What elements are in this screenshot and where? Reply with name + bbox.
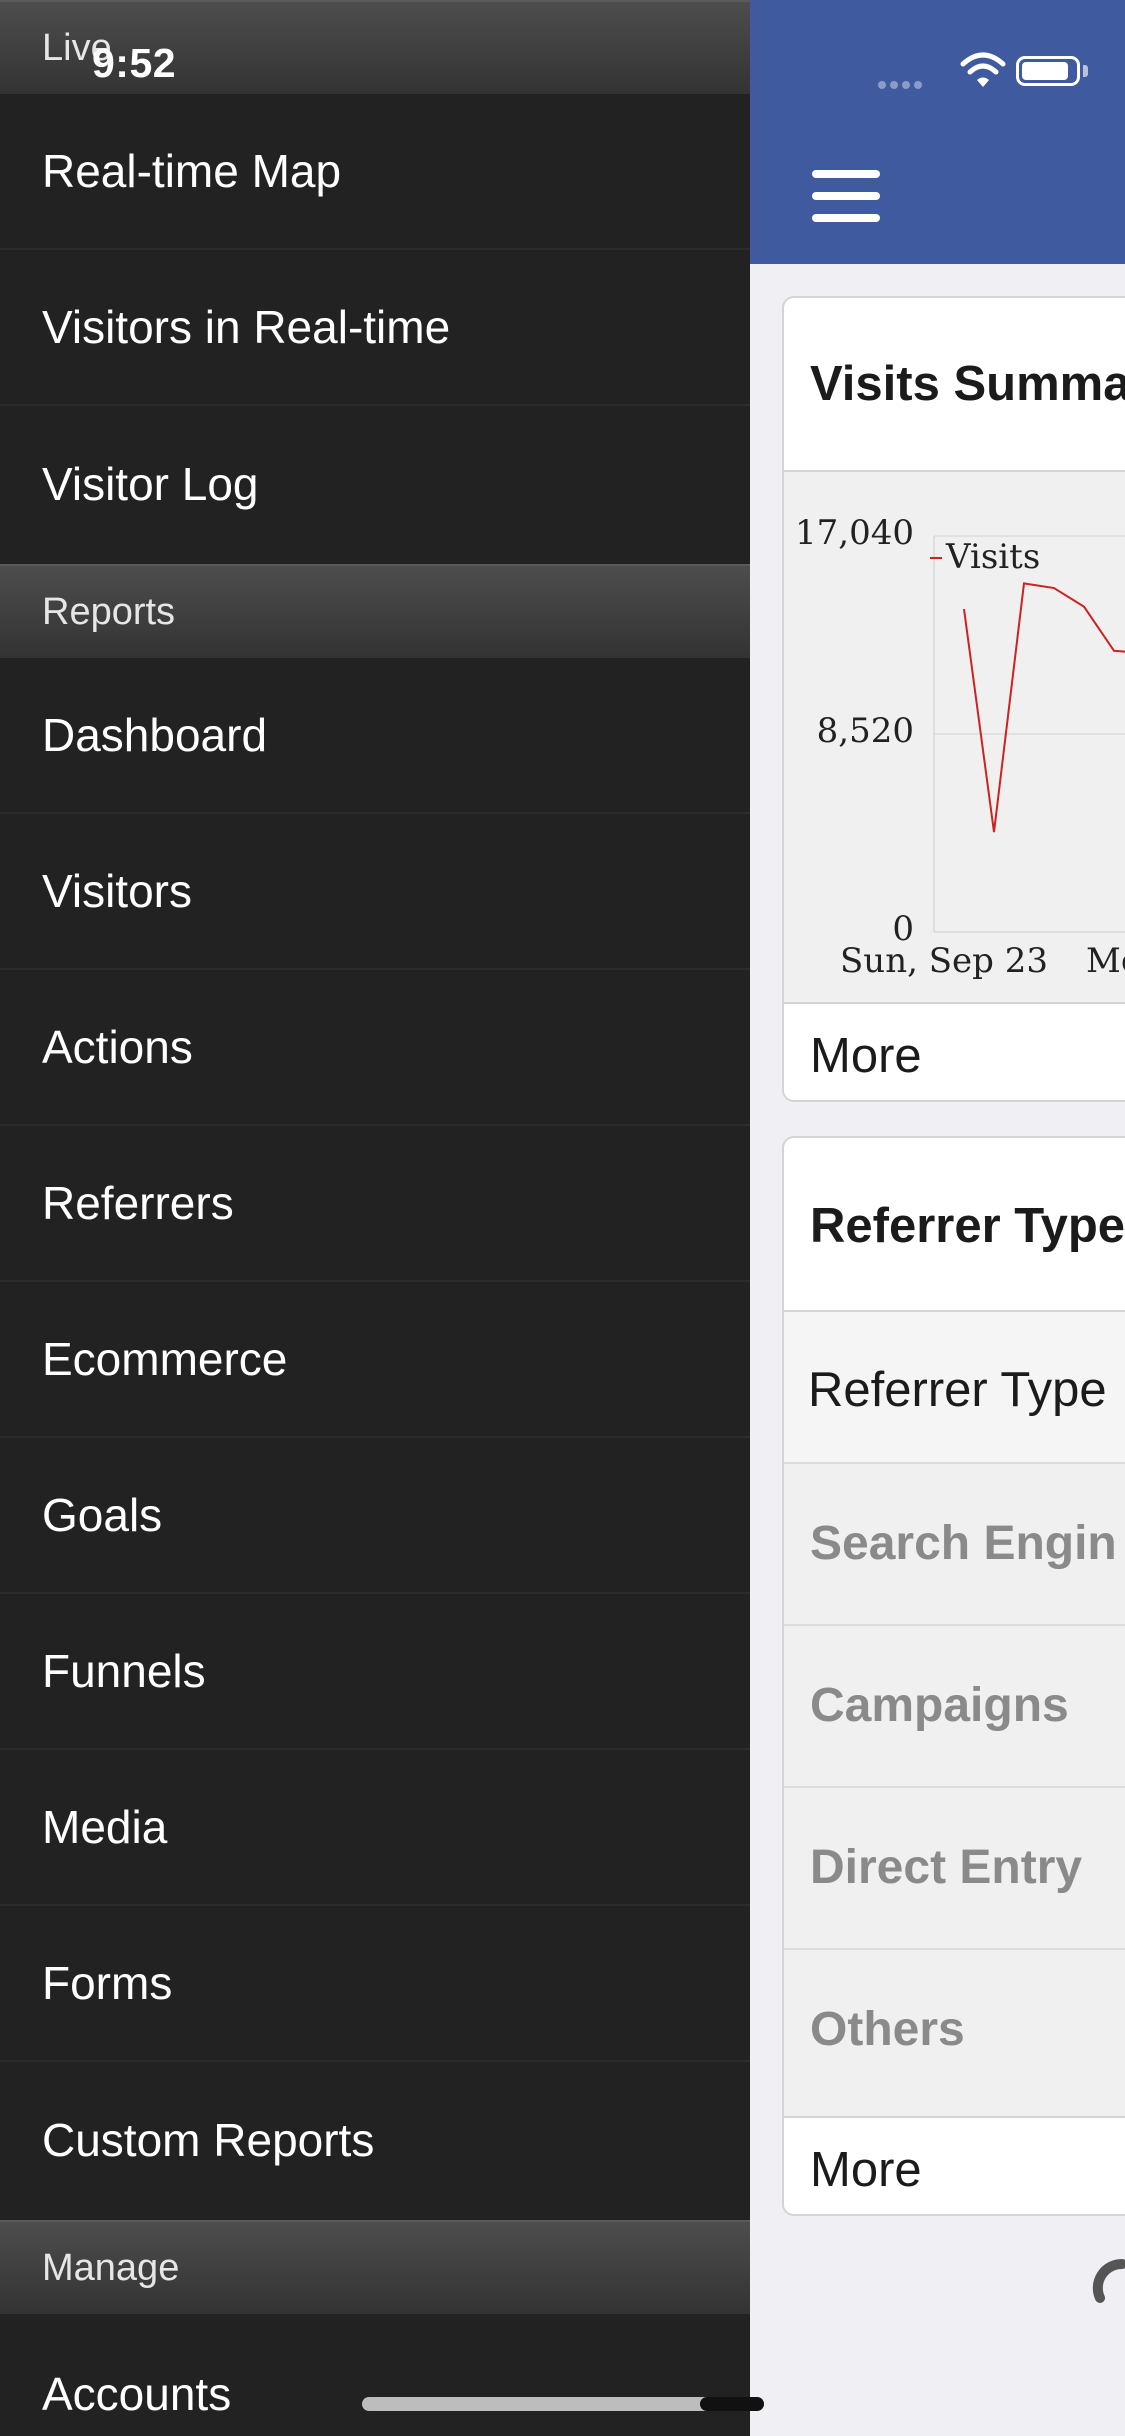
menu-item-label: Visitors in Real-time bbox=[42, 301, 451, 353]
menu-item-label: Accounts bbox=[42, 2368, 232, 2420]
visits-chart: 17,0408,5200VisitsSun, Sep 23Mo bbox=[784, 472, 1125, 1002]
visits-more-button[interactable]: More bbox=[784, 1004, 1125, 1100]
referrer-row-campaigns[interactable]: Campaigns bbox=[784, 1624, 1125, 1786]
menu-item-label: Referrers bbox=[42, 1177, 234, 1229]
menu-item-label: Real-time Map bbox=[42, 145, 342, 197]
cellular-signal-icon bbox=[878, 76, 926, 94]
more-label: More bbox=[810, 2143, 922, 2197]
visits-summary-card: Visits Summa 17,040 8,520 0 Visits Sun, Sep … bbox=[782, 296, 1125, 1102]
menu-item-funnels[interactable]: Funnels bbox=[0, 1594, 750, 1750]
menu-item-label: Visitor Log bbox=[42, 458, 259, 510]
y-tick-label: 17,040 bbox=[795, 513, 914, 553]
app-header bbox=[750, 0, 1125, 264]
wifi-icon bbox=[960, 52, 1006, 87]
section-header-manage: Manage bbox=[0, 2220, 750, 2314]
navigation-drawer: Live Real-time Map Visitors in Real-time… bbox=[0, 0, 750, 2436]
hamburger-menu-icon[interactable] bbox=[812, 170, 880, 222]
section-header-reports: Reports bbox=[0, 564, 750, 658]
section-header-label: Manage bbox=[42, 2247, 180, 2289]
more-label: More bbox=[810, 1029, 922, 1083]
status-icons bbox=[878, 50, 1118, 90]
menu-item-accounts[interactable]: Accounts bbox=[0, 2314, 750, 2436]
menu-item-forms[interactable]: Forms bbox=[0, 1906, 750, 2062]
visits-card-title: Visits Summa bbox=[810, 357, 1125, 411]
menu-item-label: Goals bbox=[42, 1489, 163, 1541]
menu-item-media[interactable]: Media bbox=[0, 1750, 750, 1906]
chart-legend-label: Visits bbox=[945, 537, 1040, 577]
referrer-table-header: Referrer Type bbox=[784, 1312, 1125, 1462]
chart-series-line bbox=[963, 582, 1125, 833]
menu-item-label: Visitors bbox=[42, 865, 192, 917]
referrer-row-label: Campaigns bbox=[810, 1679, 1069, 1732]
menu-item-visitor-log[interactable]: Visitor Log bbox=[0, 406, 750, 562]
menu-item-referrers[interactable]: Referrers bbox=[0, 1126, 750, 1282]
referrer-column-header: Referrer Type bbox=[808, 1363, 1107, 1417]
home-indicator-end bbox=[700, 2397, 764, 2411]
y-tick-label: 8,520 bbox=[817, 711, 914, 751]
menu-item-label: Actions bbox=[42, 1021, 193, 1073]
menu-item-actions[interactable]: Actions bbox=[0, 970, 750, 1126]
battery-icon bbox=[1016, 56, 1080, 86]
menu-item-label: Media bbox=[42, 1801, 168, 1853]
referrer-row-others[interactable]: Others bbox=[784, 1948, 1125, 2116]
referrer-row-label: Others bbox=[810, 2003, 965, 2056]
menu-item-dashboard[interactable]: Dashboard bbox=[0, 658, 750, 814]
referrer-row-direct-entry[interactable]: Direct Entry bbox=[784, 1786, 1125, 1948]
x-tick-label: Sun, Sep 23 bbox=[840, 941, 1048, 981]
battery-tip bbox=[1083, 65, 1088, 77]
loading-spinner-icon bbox=[1092, 2258, 1125, 2303]
referrer-row-label: Search Engin bbox=[810, 1517, 1117, 1570]
visits-line-chart: 17,0408,5200VisitsSun, Sep 23Mo bbox=[795, 513, 1125, 981]
referrer-row-label: Direct Entry bbox=[810, 1841, 1083, 1894]
menu-item-goals[interactable]: Goals bbox=[0, 1438, 750, 1594]
menu-item-real-time-map[interactable]: Real-time Map bbox=[0, 94, 750, 250]
referrer-card-title: Referrer Type bbox=[810, 1199, 1125, 1253]
referrer-type-card: Referrer Type Referrer Type Search Engin… bbox=[782, 1136, 1125, 2216]
menu-item-label: Ecommerce bbox=[42, 1333, 288, 1385]
menu-item-ecommerce[interactable]: Ecommerce bbox=[0, 1282, 750, 1438]
status-bar-time: 9:52 bbox=[92, 40, 177, 86]
menu-item-label: Funnels bbox=[42, 1645, 206, 1697]
menu-item-label: Custom Reports bbox=[42, 2114, 375, 2166]
referrer-more-button[interactable]: More bbox=[784, 2118, 1125, 2214]
main-content: Visits Summa 17,040 8,520 0 Visits Sun, Sep … bbox=[750, 0, 1125, 2436]
menu-item-label: Forms bbox=[42, 1957, 173, 2009]
menu-item-visitors[interactable]: Visitors bbox=[0, 814, 750, 970]
menu-item-label: Dashboard bbox=[42, 709, 268, 761]
menu-item-custom-reports[interactable]: Custom Reports bbox=[0, 2062, 750, 2218]
section-header-label: Reports bbox=[42, 591, 176, 633]
referrer-row-search-engines[interactable]: Search Engin bbox=[784, 1462, 1125, 1624]
x-tick-label: Mo bbox=[1086, 941, 1125, 981]
menu-item-visitors-in-real-time[interactable]: Visitors in Real-time bbox=[0, 250, 750, 406]
